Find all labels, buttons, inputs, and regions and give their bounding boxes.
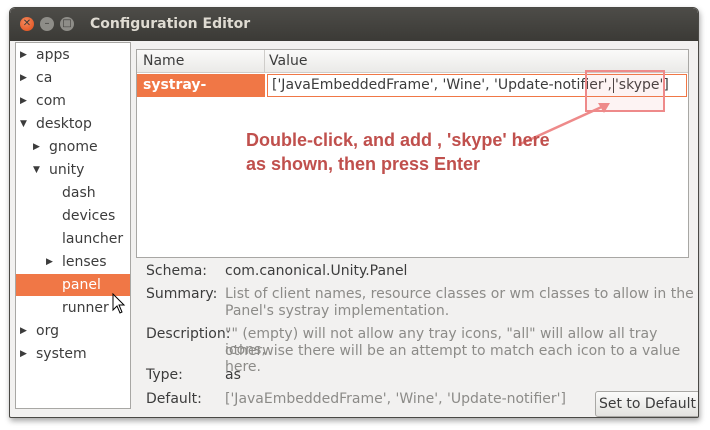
collapse-arrow-icon[interactable]: ▼ (33, 159, 40, 181)
tree-item-label: lenses (62, 254, 107, 270)
default-value: ['JavaEmbeddedFrame', 'Wine', 'Update-no… (225, 391, 566, 407)
window-title: Configuration Editor (90, 16, 251, 32)
annotation-line-1: Double-click, and add , 'skype' here (246, 130, 550, 150)
config-editor-window: ✕ – □ Configuration Editor ▶ apps ▶ ca ▶… (9, 7, 699, 418)
set-to-default-button[interactable]: Set to Default (595, 391, 698, 417)
schema-value: com.canonical.Unity.Panel (225, 263, 408, 279)
annotation-line-2: as shown, then press Enter (246, 154, 481, 174)
expand-arrow-icon[interactable]: ▶ (20, 90, 27, 112)
tree-item-label: dash (62, 185, 96, 201)
tree-item-label: com (36, 93, 66, 109)
tree-item-system[interactable]: ▶ system (16, 343, 130, 365)
tree-item-com[interactable]: ▶ com (16, 90, 130, 112)
tree-item-desktop[interactable]: ▼ desktop (16, 113, 130, 135)
summary-label: Summary: (146, 286, 218, 302)
type-value: as (225, 367, 241, 383)
column-divider (264, 50, 265, 72)
tree-item-launcher[interactable]: launcher (16, 228, 130, 250)
expand-arrow-icon[interactable]: ▶ (20, 44, 27, 66)
value-text-before-caret: ['JavaEmbeddedFrame', 'Wine', 'Update-no… (272, 77, 612, 93)
default-label: Default: (146, 391, 202, 407)
summary-line-1: List of client names, resource classes o… (225, 286, 694, 302)
expand-arrow-icon[interactable]: ▶ (20, 343, 27, 365)
tree-item-org[interactable]: ▶ org (16, 320, 130, 342)
tree-item-lenses[interactable]: ▶ lenses (16, 251, 130, 273)
tree-item-label: apps (36, 47, 70, 63)
expand-arrow-icon[interactable]: ▶ (46, 251, 53, 273)
title-bar[interactable]: ✕ – □ Configuration Editor (10, 8, 698, 41)
maximize-icon[interactable]: □ (60, 17, 74, 31)
collapse-arrow-icon[interactable]: ▼ (20, 113, 27, 135)
description-label: Description: (146, 326, 231, 342)
mouse-cursor-icon (112, 293, 126, 314)
tree-item-dash[interactable]: dash (16, 182, 130, 204)
tree-item-label: system (36, 346, 87, 362)
tree-item-label: ca (36, 70, 53, 86)
schema-tree[interactable]: ▶ apps ▶ ca ▶ com ▼ desktop ▶ gnome ▼ un… (15, 42, 131, 409)
tree-item-apps[interactable]: ▶ apps (16, 44, 130, 66)
tree-item-label: gnome (49, 139, 98, 155)
expand-arrow-icon[interactable]: ▶ (33, 136, 40, 158)
annotation-text: Double-click, and add , 'skype' here as … (246, 128, 550, 176)
tree-item-label: unity (49, 162, 85, 178)
column-header-name[interactable]: Name (143, 50, 184, 72)
description-line-2: otherwise there will be an attempt to ma… (225, 343, 681, 375)
key-name-cell[interactable]: systray-whitelist (137, 74, 265, 116)
close-icon[interactable]: ✕ (20, 17, 34, 31)
column-header-value[interactable]: Value (269, 50, 307, 72)
summary-line-2: Panel's systray implementation. (225, 303, 450, 319)
tree-item-label: desktop (36, 116, 92, 132)
tree-item-unity[interactable]: ▼ unity (16, 159, 130, 181)
minimize-icon[interactable]: – (40, 17, 54, 31)
expand-arrow-icon[interactable]: ▶ (20, 320, 27, 342)
tree-item-label: runner (62, 300, 109, 316)
expand-arrow-icon[interactable]: ▶ (20, 67, 27, 89)
tree-item-devices[interactable]: devices (16, 205, 130, 227)
tree-item-label: panel (62, 277, 101, 293)
tree-item-ca[interactable]: ▶ ca (16, 67, 130, 89)
tree-item-gnome[interactable]: ▶ gnome (16, 136, 130, 158)
type-label: Type: (146, 367, 183, 383)
tree-item-label: org (36, 323, 59, 339)
tree-item-label: devices (62, 208, 116, 224)
tree-item-label: launcher (62, 231, 124, 247)
schema-label: Schema: (146, 263, 208, 279)
